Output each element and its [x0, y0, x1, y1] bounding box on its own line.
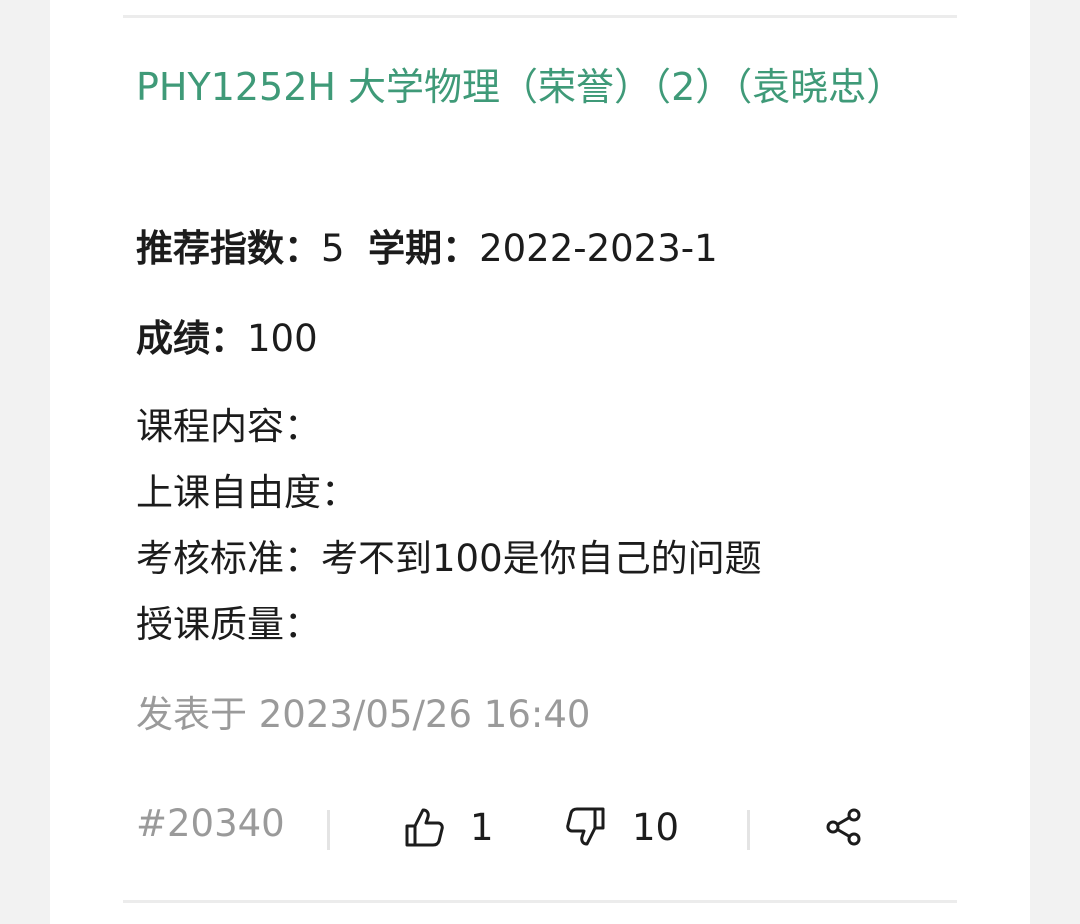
- like-button[interactable]: 1: [404, 796, 494, 858]
- grade-value: 100: [247, 317, 318, 360]
- dislike-button[interactable]: 10: [566, 796, 679, 858]
- like-count: 1: [470, 805, 494, 849]
- posted-timestamp: 发表于 2023/05/26 16:40: [136, 693, 591, 736]
- bottom-divider: [123, 900, 957, 903]
- share-button[interactable]: [824, 796, 864, 858]
- dislike-count: 10: [632, 805, 680, 849]
- term-label: 学期：: [368, 227, 480, 270]
- separator: [327, 810, 330, 850]
- recommend-term-line: 推荐指数：5 学期：2022-2023-1: [136, 218, 718, 272]
- recommend-value: 5: [321, 227, 345, 270]
- separator: [747, 810, 750, 850]
- thumbs-down-icon: [566, 806, 606, 848]
- recommend-label: 推荐指数：: [136, 227, 321, 270]
- grade-label: 成绩：: [136, 317, 247, 360]
- term-value: 2022-2023-1: [479, 227, 718, 270]
- top-divider: [123, 15, 957, 18]
- share-icon: [824, 807, 864, 847]
- action-bar: #20340 1 10: [50, 796, 1030, 858]
- post-id: #20340: [136, 802, 285, 845]
- course-title[interactable]: PHY1252H 大学物理（荣誉）（2）（袁晓忠）: [136, 56, 946, 118]
- review-text: 课程内容： 上课自由度： 考核标准：考不到100是你自己的问题 授课质量：: [136, 405, 762, 646]
- grade-line: 成绩：100: [136, 308, 318, 362]
- review-card: PHY1252H 大学物理（荣誉）（2）（袁晓忠） 推荐指数：5 学期：2022…: [50, 0, 1030, 924]
- thumbs-up-icon: [404, 806, 444, 848]
